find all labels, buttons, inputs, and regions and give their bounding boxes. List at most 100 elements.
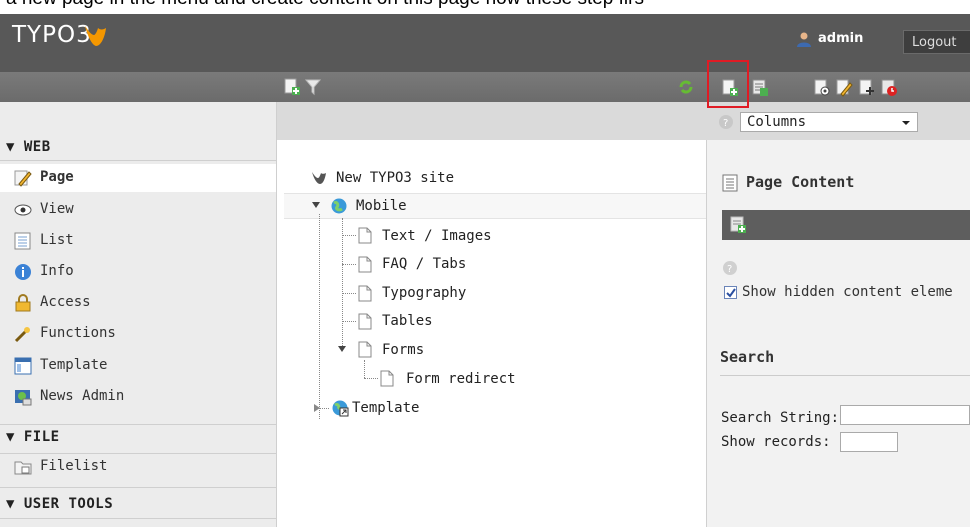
menu-item-page[interactable]: Page (0, 164, 276, 192)
typo3-logo: TYPO3 (12, 22, 92, 48)
help-icon[interactable]: ? (718, 114, 734, 130)
logout-button[interactable]: Logout (903, 30, 970, 54)
page-icon (358, 256, 372, 273)
tree-toolbar-secondary (276, 102, 706, 140)
chevron-down-icon (902, 121, 910, 125)
show-records-input[interactable] (840, 432, 898, 452)
expand-arrow-icon[interactable] (311, 201, 321, 209)
page-icon (358, 227, 372, 244)
folder-icon (14, 461, 32, 475)
page-icon (358, 313, 372, 330)
instruction-caption: a new page in the menu and create conten… (0, 0, 970, 14)
menu-item-label: Access (40, 294, 91, 310)
content-area (706, 140, 970, 527)
typo3-logo-icon (85, 26, 106, 46)
menu-item-access[interactable]: Access (14, 289, 276, 317)
tree-node-text-images[interactable]: Text / Images (382, 228, 492, 244)
tree-line (319, 214, 320, 419)
menu-section-file[interactable]: ▼ FILE (6, 429, 60, 445)
menu-section-web[interactable]: ▼ WEB (6, 139, 51, 155)
menu-item-news-admin[interactable]: News Admin (14, 383, 276, 411)
username[interactable]: admin (818, 31, 863, 46)
pencil-page-icon (14, 170, 32, 187)
show-hidden-label: Show hidden content eleme (742, 284, 953, 300)
tree-node-mobile[interactable]: Mobile (356, 198, 407, 214)
tree-node-faq-tabs[interactable]: FAQ / Tabs (382, 256, 466, 272)
tree-line (364, 378, 378, 379)
view-select-value: Columns (747, 114, 807, 130)
checkmark-icon (726, 288, 736, 298)
tree-line (342, 293, 356, 294)
tree-node-form-redirect[interactable]: Form redirect (406, 371, 516, 387)
search-divider (720, 375, 970, 376)
edit-page-icon[interactable] (835, 79, 853, 97)
tree-root[interactable]: New TYPO3 site (336, 170, 454, 186)
page-icon (358, 341, 372, 358)
expand-arrow-icon[interactable] (337, 345, 347, 353)
tree-line (342, 264, 356, 265)
menu-item-label: List (40, 232, 74, 248)
page-history-icon[interactable] (880, 79, 898, 97)
menu-item-label: Page (40, 169, 74, 185)
typo3-site-icon (312, 172, 326, 184)
content-column-header (722, 210, 970, 240)
caption-text: a new page in the menu and create conten… (6, 0, 644, 10)
menu-item-functions[interactable]: Functions (14, 320, 276, 348)
menu-divider (0, 487, 276, 488)
filter-icon[interactable] (304, 78, 322, 96)
svg-text:?: ? (727, 264, 732, 275)
news-icon (15, 390, 32, 406)
new-page-content-icon[interactable] (721, 79, 739, 97)
menu-item-info[interactable]: Info (14, 258, 276, 286)
list-icon (14, 232, 31, 250)
search-string-input[interactable] (840, 405, 970, 425)
page-content-icon (722, 174, 738, 192)
menu-divider (0, 424, 276, 425)
new-page-icon[interactable] (283, 78, 301, 96)
menu-item-label: News Admin (40, 388, 125, 404)
info-icon (15, 264, 31, 280)
tree-node-typography[interactable]: Typography (382, 285, 466, 301)
user-icon (797, 32, 811, 47)
svg-text:?: ? (723, 118, 728, 129)
menu-divider (0, 518, 276, 519)
globe-shortcut-icon (332, 400, 349, 417)
tree-node-template[interactable]: Template (352, 400, 419, 416)
menu-divider (0, 160, 276, 161)
view-page-icon[interactable] (813, 79, 831, 97)
search-heading: Search (720, 348, 775, 366)
menu-item-label: Functions (40, 325, 116, 341)
search-string-label: Search String: (721, 410, 840, 426)
help-icon[interactable]: ? (722, 260, 738, 276)
menu-item-label: Filelist (40, 458, 108, 474)
eye-icon (14, 204, 32, 216)
tree-node-tables[interactable]: Tables (382, 313, 433, 329)
tree-node-forms[interactable]: Forms (382, 342, 424, 358)
menu-item-view[interactable]: View (14, 196, 276, 224)
menu-item-filelist[interactable]: Filelist (14, 453, 276, 481)
new-content-element-icon[interactable] (729, 216, 747, 234)
new-record-icon[interactable] (751, 79, 769, 97)
menu-item-label: View (40, 201, 74, 217)
globe-icon (331, 198, 347, 214)
show-hidden-checkbox[interactable] (724, 286, 737, 299)
wand-icon (14, 327, 30, 343)
menu-item-label: Template (40, 357, 108, 373)
tree-line (342, 235, 356, 236)
refresh-icon[interactable] (677, 78, 695, 96)
tree-line (364, 360, 365, 378)
page-content-heading: Page Content (746, 173, 855, 191)
page-icon (380, 370, 394, 387)
move-page-icon[interactable] (858, 79, 876, 97)
tree-line (342, 321, 356, 322)
collapsed-arrow-icon[interactable] (313, 403, 321, 413)
page-icon (358, 285, 372, 302)
template-icon (14, 357, 32, 375)
menu-item-template[interactable]: Template (14, 352, 276, 380)
view-select[interactable]: Columns (740, 112, 918, 132)
show-records-label: Show records: (721, 434, 831, 450)
menu-section-user-tools[interactable]: ▼ USER TOOLS (6, 496, 113, 512)
menu-item-list[interactable]: List (14, 227, 276, 255)
tree-line (342, 218, 343, 350)
menu-item-label: Info (40, 263, 74, 279)
